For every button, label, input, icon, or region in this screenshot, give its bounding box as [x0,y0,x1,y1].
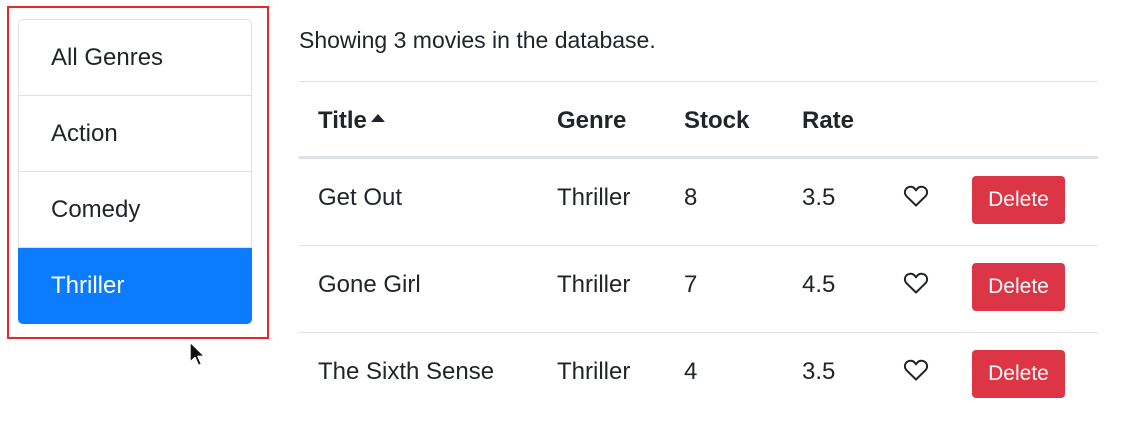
cell-stock: 4 [684,358,698,385]
column-header-title[interactable]: Title [318,82,385,159]
cell-stock: 8 [684,184,698,211]
cell-genre: Thriller [557,271,631,298]
heart-outline-icon[interactable] [903,358,929,382]
cell-title: The Sixth Sense [318,358,495,385]
genre-list: All Genres Action Comedy Thriller [18,19,252,324]
heart-outline-icon[interactable] [903,271,929,295]
cell-stock: 7 [684,271,698,298]
genre-item-action[interactable]: Action [18,96,252,172]
table-header: Title Genre Stock Rate [299,81,1098,159]
cell-genre: Thriller [557,184,631,211]
cell-rate: 3.5 [802,184,836,211]
movie-count-summary: Showing 3 movies in the database. [299,27,656,53]
cell-title: Get Out [318,184,403,211]
table-row: Get Out Thriller 8 3.5 Delete [299,159,1098,246]
column-header-stock[interactable]: Stock [684,82,749,159]
cell-rate: 3.5 [802,358,836,385]
genre-item-all-genres[interactable]: All Genres [18,19,252,96]
cell-rate: 4.5 [802,271,836,298]
mouse-pointer-icon [189,341,206,367]
table-row: The Sixth Sense Thriller 4 3.5 Delete [299,333,1098,420]
movies-table: Title Genre Stock Rate Get Out Thriller … [299,81,1098,420]
table-row: Gone Girl Thriller 7 4.5 Delete [299,246,1098,333]
movies-app: All Genres Action Comedy Thriller Showin… [0,0,1123,439]
genre-item-comedy[interactable]: Comedy [18,172,252,248]
column-header-rate[interactable]: Rate [802,82,854,159]
delete-button[interactable]: Delete [972,263,1065,311]
genre-item-thriller[interactable]: Thriller [18,248,252,324]
delete-button[interactable]: Delete [972,350,1065,398]
cell-genre: Thriller [557,358,631,385]
caret-up-icon [370,114,385,122]
heart-outline-icon[interactable] [903,184,929,208]
column-header-genre[interactable]: Genre [557,82,626,159]
delete-button[interactable]: Delete [972,176,1065,224]
cell-title: Gone Girl [318,271,421,298]
column-header-title-label: Title [318,107,367,134]
